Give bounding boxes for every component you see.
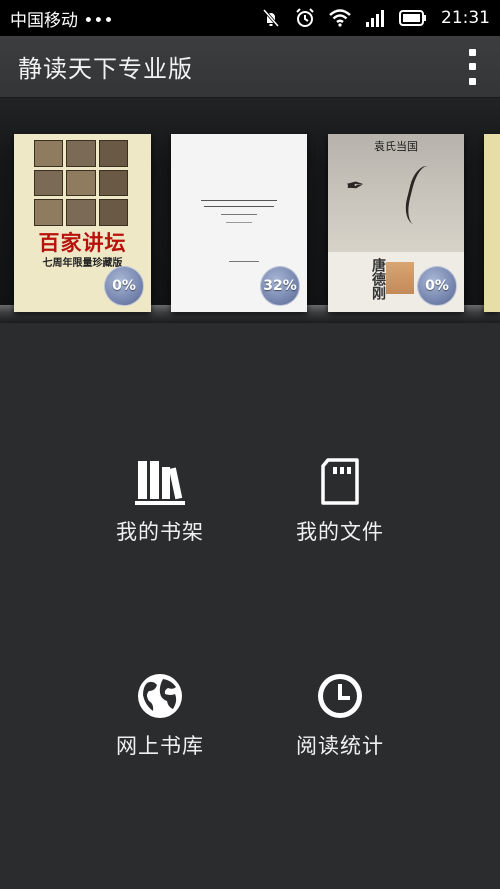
cover-title: 袁氏当国	[374, 140, 418, 153]
cover-author: 唐德刚	[370, 258, 386, 300]
online-library-label: 网上书库	[116, 734, 204, 758]
my-bookshelf-label: 我的书架	[116, 520, 204, 544]
cover-title: 百家讲坛	[38, 230, 127, 255]
progress-badge: 0%	[104, 266, 144, 306]
overflow-menu-icon[interactable]	[462, 48, 482, 85]
my-files-label: 我的文件	[296, 520, 384, 544]
mute-icon	[261, 8, 281, 28]
book-cover-2[interactable]: 32%	[171, 134, 307, 312]
author-portrait	[386, 262, 414, 294]
online-library-button[interactable]: 网上书库	[70, 666, 250, 760]
alarm-icon	[295, 8, 315, 28]
signal-icon	[365, 9, 385, 27]
reading-stats-button[interactable]: 阅读统计	[250, 666, 430, 760]
clock-time: 21:31	[441, 8, 490, 28]
battery-icon	[399, 10, 427, 26]
cover-photo-grid	[34, 140, 128, 226]
progress-badge: 0%	[417, 266, 457, 306]
book-cover-1[interactable]: 百家讲坛 七周年限量珍藏版 0%	[14, 134, 151, 312]
my-bookshelf-button[interactable]: 我的书架	[70, 452, 250, 546]
app-title: 静读天下专业版	[18, 55, 193, 83]
sd-card-icon	[310, 452, 370, 512]
book-cover-4[interactable]	[484, 134, 500, 312]
reading-stats-label: 阅读统计	[296, 734, 384, 758]
globe-icon	[130, 666, 190, 726]
app-bar: 静读天下专业版	[0, 36, 500, 98]
wifi-icon	[329, 9, 351, 27]
progress-badge: 32%	[260, 266, 300, 306]
carrier-label: 中国移动 •••	[10, 10, 114, 31]
books-icon	[130, 452, 190, 512]
book-cover-3[interactable]: 袁氏当国 ✒ 唐德刚 0%	[328, 134, 464, 312]
my-files-button[interactable]: 我的文件	[250, 452, 430, 546]
status-bar: 中国移动 ••• 21:31	[0, 0, 500, 36]
clock-icon	[310, 666, 370, 726]
